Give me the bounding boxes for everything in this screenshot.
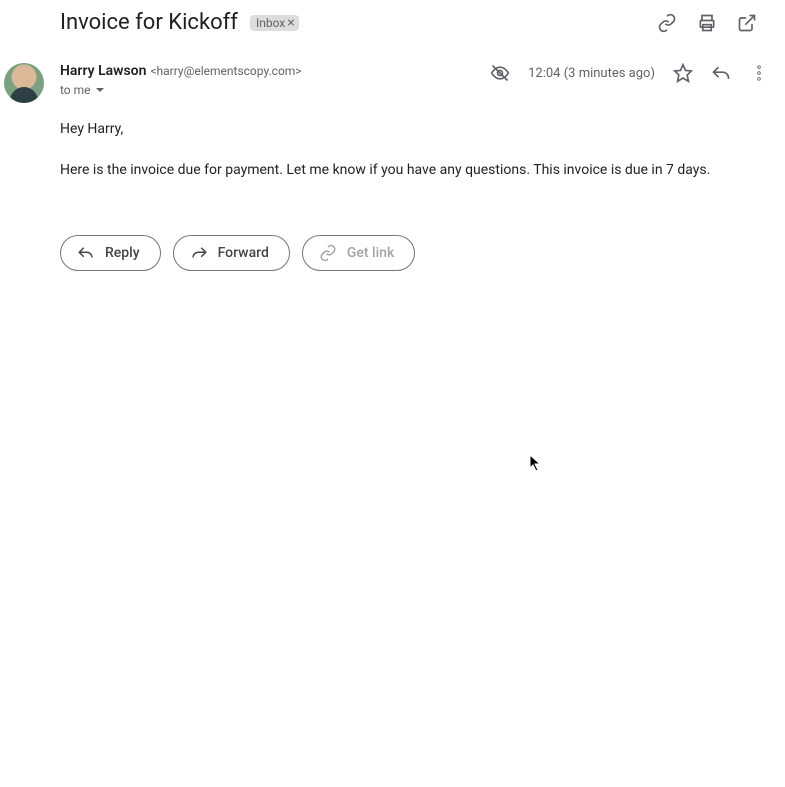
star-icon[interactable] bbox=[673, 63, 693, 83]
email-timestamp: 12:04 (3 minutes ago) bbox=[528, 66, 655, 81]
forward-button[interactable]: Forward bbox=[173, 235, 290, 271]
forward-arrow-icon bbox=[190, 244, 208, 262]
reply-icon[interactable] bbox=[711, 63, 731, 83]
reply-button[interactable]: Reply bbox=[60, 235, 161, 271]
email-subject: Invoice for Kickoff bbox=[60, 10, 238, 35]
label-inbox-text: Inbox bbox=[256, 16, 285, 30]
recipient-dropdown[interactable]: to me bbox=[60, 83, 490, 97]
get-link-button[interactable]: Get link bbox=[302, 235, 415, 271]
forward-label: Forward bbox=[218, 245, 269, 261]
sender-avatar[interactable] bbox=[4, 63, 44, 103]
sender-email: <harry@elementscopy.com> bbox=[150, 64, 301, 78]
reply-label: Reply bbox=[105, 245, 140, 261]
body-paragraph: Here is the invoice due for payment. Let… bbox=[60, 160, 769, 181]
link-icon[interactable] bbox=[657, 13, 677, 33]
body-greeting: Hey Harry, bbox=[60, 119, 769, 140]
reply-arrow-icon bbox=[77, 244, 95, 262]
recipient-text: to me bbox=[60, 83, 91, 97]
chevron-down-icon bbox=[95, 85, 105, 95]
print-icon[interactable] bbox=[697, 13, 717, 33]
open-new-window-icon[interactable] bbox=[737, 13, 757, 33]
sender-name[interactable]: Harry Lawson bbox=[60, 63, 146, 79]
label-remove-icon[interactable]: × bbox=[287, 16, 294, 30]
getlink-label: Get link bbox=[347, 245, 394, 261]
label-inbox-chip[interactable]: Inbox × bbox=[250, 15, 299, 31]
email-body: Hey Harry, Here is the invoice due for p… bbox=[0, 103, 785, 181]
tracking-off-icon[interactable] bbox=[490, 63, 510, 83]
more-options-icon[interactable] bbox=[749, 63, 769, 83]
mouse-cursor-icon bbox=[529, 454, 543, 476]
getlink-icon bbox=[319, 244, 337, 262]
